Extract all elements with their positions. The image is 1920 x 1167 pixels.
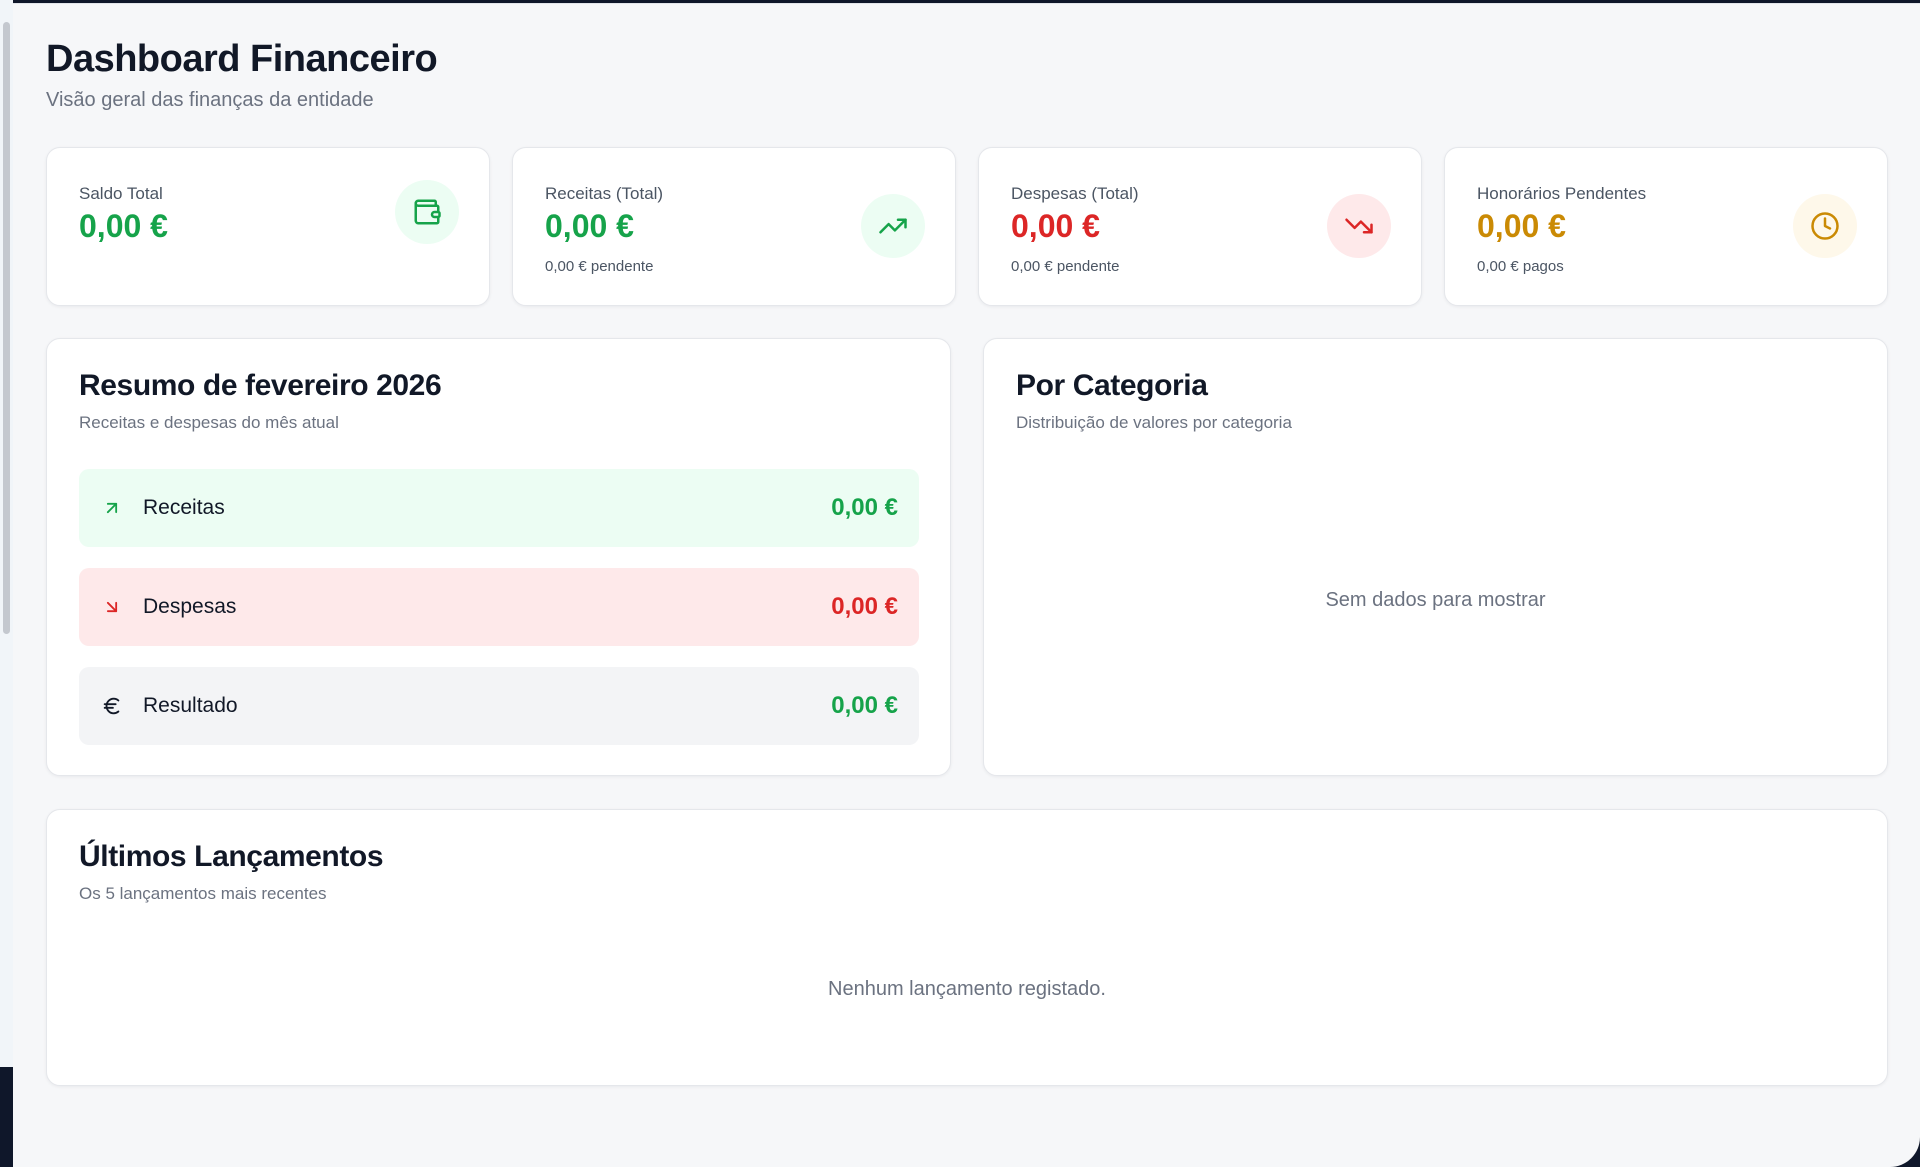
- recent-title: Últimos Lançamentos: [79, 840, 384, 873]
- page-subtitle: Visão geral das finanças da entidade: [46, 89, 374, 111]
- summary-row-resultado: Resultado 0,00 €: [79, 667, 919, 745]
- scrollbar-track[interactable]: [0, 0, 13, 1067]
- summary-row-receitas: Receitas 0,00 €: [79, 469, 919, 547]
- recent-empty-state: Nenhum lançamento registado.: [828, 978, 1106, 1000]
- summary-row-value: 0,00 €: [831, 494, 898, 521]
- summary-row-label: Despesas: [143, 595, 237, 618]
- stat-pending: 0,00 € pendente: [1011, 258, 1120, 275]
- wallet-icon: [395, 180, 459, 244]
- dashboard-page: Dashboard Financeiro Visão geral das fin…: [13, 3, 1920, 1167]
- stat-card-saldo-total: Saldo Total 0,00 €: [46, 147, 490, 306]
- summary-row-value: 0,00 €: [831, 692, 898, 719]
- stat-value: 0,00 €: [1011, 208, 1100, 244]
- category-subtitle: Distribuição de valores por categoria: [1016, 413, 1292, 432]
- stat-label: Receitas (Total): [545, 184, 664, 203]
- stat-card-despesas: Despesas (Total) 0,00 € 0,00 € pendente: [978, 147, 1422, 306]
- stat-label: Despesas (Total): [1011, 184, 1139, 203]
- stat-paid: 0,00 € pagos: [1477, 258, 1564, 275]
- arrow-up-right-icon: [101, 497, 123, 519]
- page-header: Dashboard Financeiro Visão geral das fin…: [46, 38, 438, 112]
- monthly-summary-card: Resumo de fevereiro 2026 Receitas e desp…: [46, 338, 951, 776]
- stat-pending: 0,00 € pendente: [545, 258, 654, 275]
- recent-subtitle: Os 5 lançamentos mais recentes: [79, 884, 327, 903]
- stat-card-receitas: Receitas (Total) 0,00 € 0,00 € pendente: [512, 147, 956, 306]
- category-title: Por Categoria: [1016, 369, 1208, 402]
- stat-label: Saldo Total: [79, 184, 163, 203]
- stat-value: 0,00 €: [79, 208, 168, 244]
- summary-subtitle: Receitas e despesas do mês atual: [79, 413, 339, 432]
- stat-value: 0,00 €: [1477, 208, 1566, 244]
- euro-icon: [101, 695, 123, 717]
- clock-icon: [1793, 194, 1857, 258]
- trending-up-icon: [861, 194, 925, 258]
- summary-row-label: Receitas: [143, 496, 225, 519]
- arrow-down-right-icon: [101, 596, 123, 618]
- summary-row-value: 0,00 €: [831, 593, 898, 620]
- summary-row-label: Resultado: [143, 694, 238, 717]
- summary-title: Resumo de fevereiro 2026: [79, 369, 442, 402]
- scrollbar-thumb[interactable]: [3, 22, 10, 634]
- recent-entries-card: Últimos Lançamentos Os 5 lançamentos mai…: [46, 809, 1888, 1086]
- stat-value: 0,00 €: [545, 208, 634, 244]
- stat-label: Honorários Pendentes: [1477, 184, 1647, 203]
- page-title: Dashboard Financeiro: [46, 38, 438, 80]
- stat-card-honorarios: Honorários Pendentes 0,00 € 0,00 € pagos: [1444, 147, 1888, 306]
- category-card: Por Categoria Distribuição de valores po…: [983, 338, 1888, 776]
- category-empty-state: Sem dados para mostrar: [1325, 589, 1546, 611]
- summary-row-despesas: Despesas 0,00 €: [79, 568, 919, 646]
- trending-down-icon: [1327, 194, 1391, 258]
